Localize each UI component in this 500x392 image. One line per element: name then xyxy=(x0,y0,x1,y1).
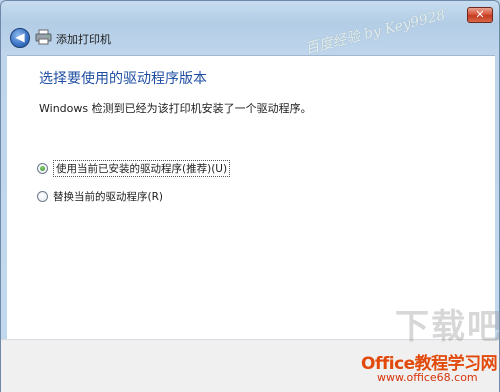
site-logo: Office教程学习网 www.office68.com xyxy=(361,341,498,389)
close-button[interactable]: ✕ xyxy=(467,7,493,23)
window-title: 添加打印机 xyxy=(56,33,111,46)
watermark-baidu: 百度经验 by Key9928 xyxy=(303,7,448,58)
back-button[interactable]: ◀ xyxy=(10,28,30,48)
radio-use-current[interactable] xyxy=(37,163,48,174)
option-label-use-current: 使用当前已安装的驱动程序(推荐)(U) xyxy=(53,160,231,177)
back-arrow-icon: ◀ xyxy=(15,30,25,44)
radio-replace[interactable] xyxy=(37,191,48,202)
page-heading: 选择要使用的驱动程序版本 xyxy=(39,71,207,87)
option-replace-driver[interactable]: 替换当前的驱动程序(R) xyxy=(37,189,163,204)
close-icon: ✕ xyxy=(475,8,485,21)
wizard-content: 选择要使用的驱动程序版本 Windows 检测到已经为该打印机安装了一个驱动程序… xyxy=(7,55,495,339)
page-description: Windows 检测到已经为该打印机安装了一个驱动程序。 xyxy=(39,102,312,115)
option-label-replace: 替换当前的驱动程序(R) xyxy=(53,191,163,203)
option-use-current-driver[interactable]: 使用当前已安装的驱动程序(推荐)(U) xyxy=(37,160,231,177)
site-logo-url: www.office68.com xyxy=(377,371,478,384)
printer-icon xyxy=(35,29,52,45)
add-printer-window: ✕ ◀ 添加打印机 百度经验 by Key9928 选择要使用的驱动程序版本 W… xyxy=(0,0,500,392)
